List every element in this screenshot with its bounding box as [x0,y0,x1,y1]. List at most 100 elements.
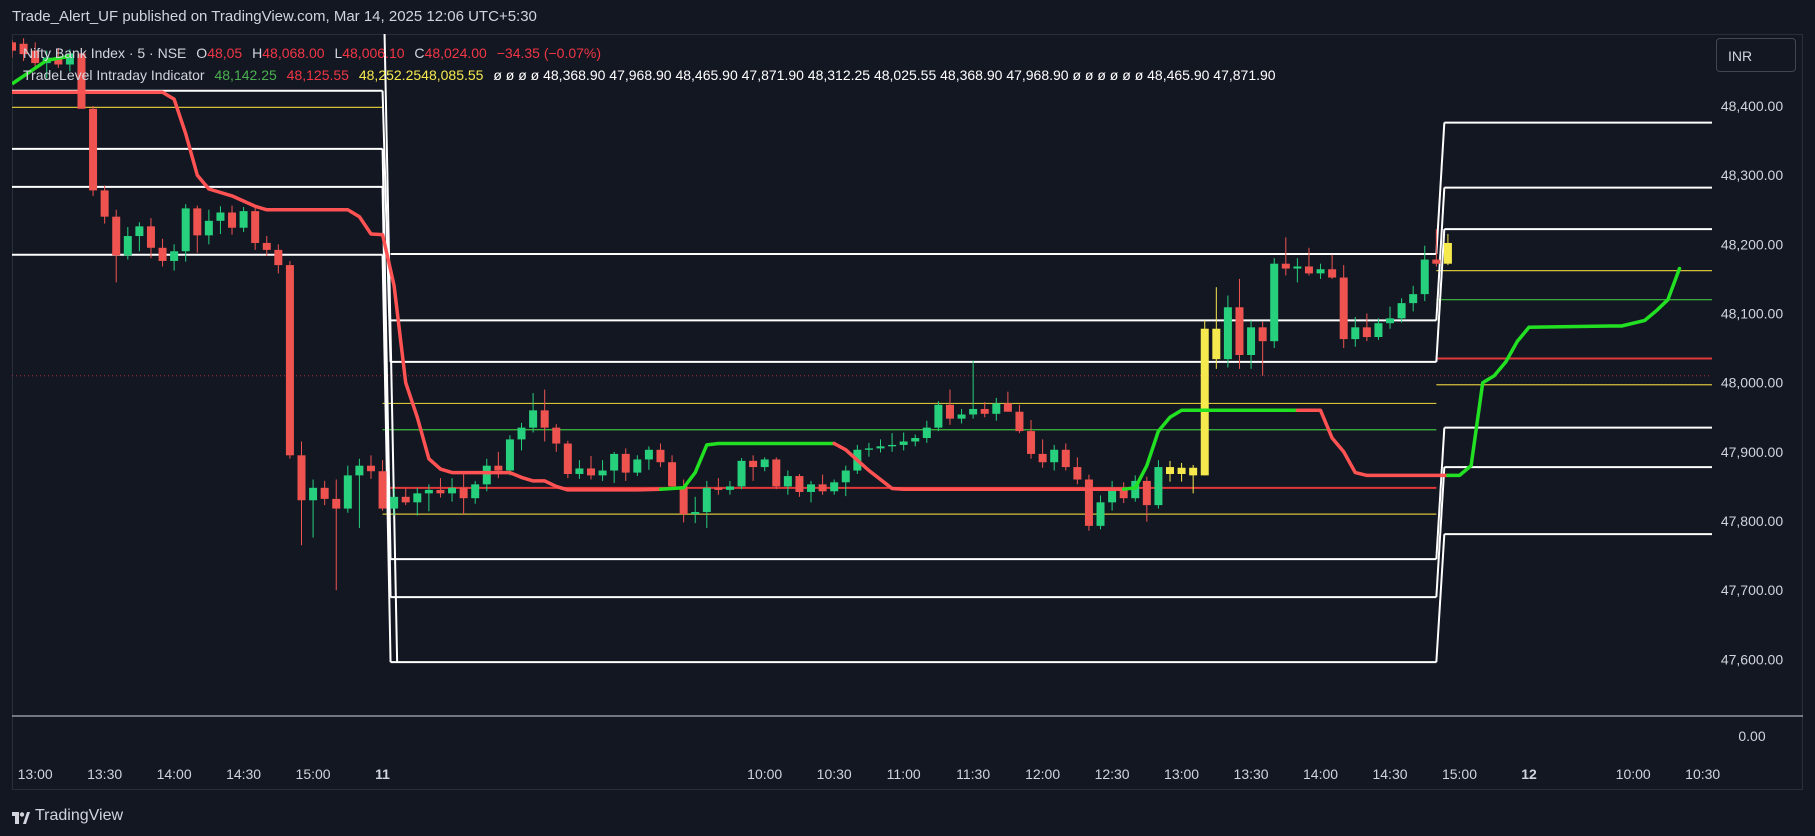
candle-body [239,211,248,228]
candle-body [262,242,271,250]
x-tick-label: 12:00 [1025,766,1060,782]
tradingview-brand: TradingView [35,807,124,824]
candle-body [1281,263,1290,269]
candle-body [957,414,966,419]
candle-body [320,487,329,499]
candle-body [482,465,491,485]
candle-body [610,453,619,471]
candle-body [725,486,734,490]
currency-button[interactable]: INR [1716,38,1796,72]
x-tick-label: 14:00 [157,766,192,782]
candle-body [1142,480,1151,506]
candle-body [135,226,144,237]
x-tick-label: 13:30 [1234,766,1269,782]
x-tick-label: 15:00 [296,766,331,782]
indicator-value-4: 48,085.55 [421,67,484,83]
candle-body [285,265,294,456]
candle-body [505,439,514,471]
candle-body [1177,467,1186,474]
y-tick-label: 48,400.00 [1721,98,1783,114]
candle-body [980,408,989,414]
candle-body [876,446,885,449]
candle-body [691,512,700,515]
tradingview-logo-icon [12,810,30,824]
candle-body [309,487,318,501]
candle-body [343,475,352,509]
candle-body [89,108,98,191]
candle-body [1339,277,1348,340]
candle-body [899,441,908,445]
plot-area [12,34,1712,664]
x-tick-label: 11 [375,766,390,782]
symbol-name[interactable]: Nifty Bank Index · 5 · NSE [23,45,186,61]
candle-body [575,468,584,474]
y-tick-label: 48,000.00 [1721,375,1783,391]
candle-body [274,249,283,266]
candle-body [772,459,781,487]
candle-body [1223,307,1232,360]
y-tick-label: 47,700.00 [1721,582,1783,598]
y-tick-label: 47,600.00 [1721,651,1783,667]
candle-body [1258,327,1267,342]
x-tick-label: 15:00 [1442,766,1477,782]
candle-body [945,404,954,419]
indicator-value-3: 48,252.25 [358,67,422,83]
candle-body [807,484,816,492]
indicator-value-2: 48,125.55 [286,67,349,83]
candle-body [679,486,688,515]
footer: TradingView [0,796,1815,836]
candle-body [888,444,897,447]
candle-body [378,471,387,509]
x-tick-label: 14:30 [226,766,261,782]
candle-body [1027,431,1036,454]
candle-body [1247,327,1256,356]
candle-body [1073,467,1082,480]
candle-body [459,487,468,499]
high-label: H [252,45,263,61]
candle-body [1293,266,1302,269]
candlestick-chart[interactable]: 48,400.00 48,300.00 48,200.00 48,100.00 48,0… [0,0,1815,796]
candle-body [587,468,595,476]
candle-body [1235,307,1244,356]
candle-body [100,190,109,217]
candle-body [401,496,410,503]
y-tick-label: 48,300.00 [1721,167,1783,183]
tradingview-logo[interactable]: TradingView [12,806,123,826]
indicator-pane-label: 0.00 [1738,728,1765,744]
candle-body [1061,449,1070,468]
candle-body [818,484,827,492]
candle-body [563,443,572,474]
candle-body [471,484,480,499]
x-tick-label: 12 [1521,766,1537,782]
candle-body [390,496,399,509]
y-tick-label: 47,800.00 [1721,513,1783,529]
candle-body [517,427,526,440]
x-tick-label: 10:30 [817,766,852,782]
candle-body [841,470,850,483]
change-value: −34.35 (−0.07%) [496,45,602,61]
candle-body [1154,467,1163,506]
candle-body [540,410,549,428]
candle-body [494,465,503,471]
candle-body [355,465,364,476]
candle-body [714,487,723,490]
close-label: C [414,45,425,61]
indicator-name[interactable]: TradeLevel Intraday Indicator [23,67,205,83]
x-tick-label: 11:00 [887,766,921,782]
candle-body [413,493,422,503]
candle-body [12,42,16,51]
candle-body [1050,449,1059,463]
candle-body [1316,269,1325,274]
candle-body [668,462,677,487]
candle-body [992,403,1001,414]
candle-body [644,449,653,460]
candle-body [1166,467,1174,474]
candle-body [297,455,306,501]
candle-body [228,212,237,228]
y-tick-label: 48,200.00 [1721,236,1783,252]
red-trail-line-3 [1295,408,1450,478]
candle-body [112,216,121,256]
candle-body [760,459,769,468]
x-tick-label: 12:30 [1095,766,1130,782]
candle-body [749,460,758,468]
